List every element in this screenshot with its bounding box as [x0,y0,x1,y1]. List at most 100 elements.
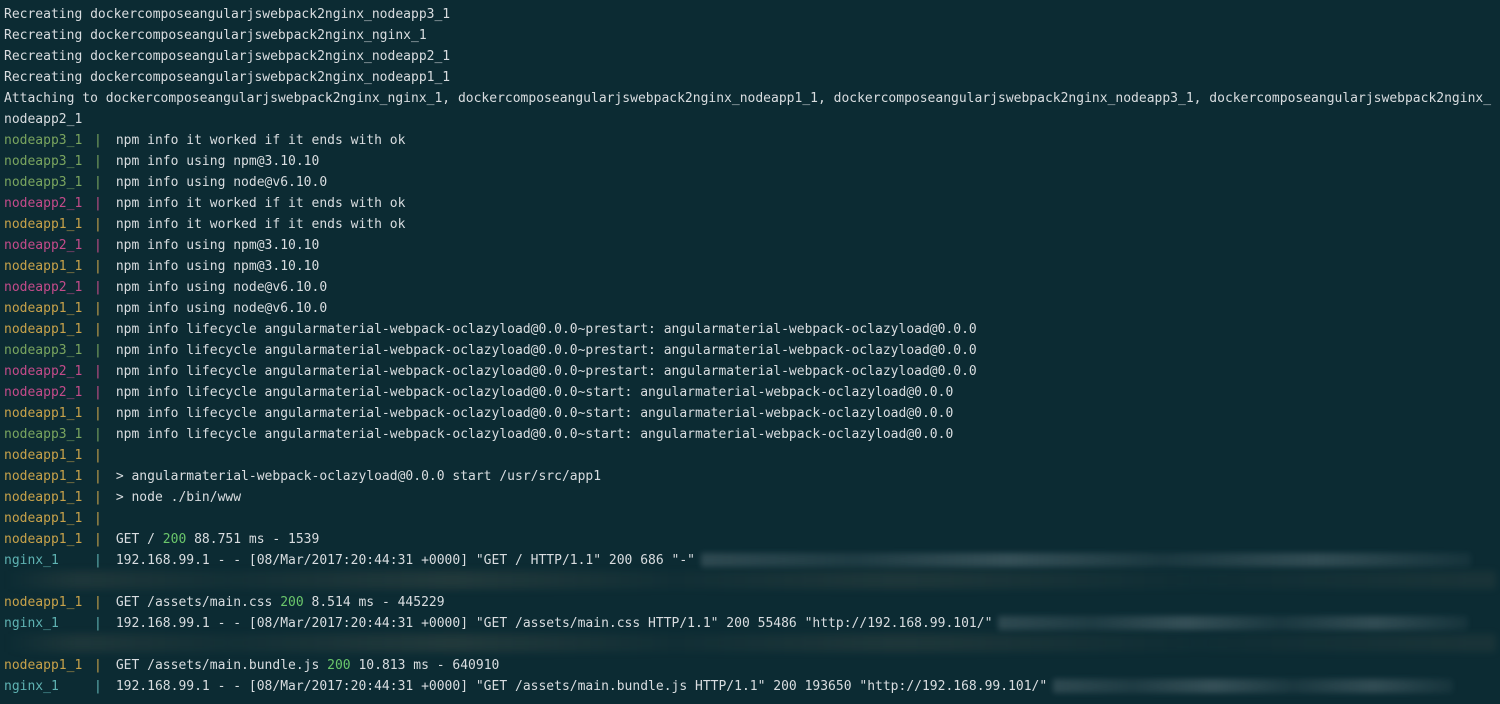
http-request: GET /assets/main.bundle.js [116,658,327,673]
log-line: nodeapp1_1| [4,508,1496,529]
log-line: Attaching to dockercomposeangularjswebpa… [4,88,1496,109]
terminal-output[interactable]: Recreating dockercomposeangularjswebpack… [0,0,1500,697]
log-line: nodeapp2_1 [4,109,1496,130]
log-line: nodeapp3_1| npm info using npm@3.10.10 [4,151,1496,172]
http-timing: 88.751 ms - 1539 [186,532,319,547]
http-status: 200 [280,595,303,610]
blur-overlay [4,634,1496,652]
header-text: Attaching to dockercomposeangularjswebpa… [4,91,1491,106]
log-message: npm info using npm@3.10.10 [116,259,320,274]
redacted-user-agent [1053,679,1453,693]
log-message: npm info lifecycle angularmaterial-webpa… [116,427,953,442]
log-separator: | [94,319,108,340]
log-message: npm info it worked if it ends with ok [116,133,406,148]
log-message: npm info using node@v6.10.0 [116,175,327,190]
redacted-line [4,571,1496,592]
log-source: nodeapp1_1 [4,592,94,613]
log-separator: | [94,508,108,529]
log-line: nodeapp2_1| npm info lifecycle angularma… [4,361,1496,382]
log-line: nodeapp3_1| npm info using node@v6.10.0 [4,172,1496,193]
log-separator: | [94,613,108,634]
log-message: npm info it worked if it ends with ok [116,196,406,211]
log-line: nodeapp1_1| [4,445,1496,466]
log-source: nginx_1 [4,613,94,634]
log-message: npm info lifecycle angularmaterial-webpa… [116,322,977,337]
log-separator: | [94,172,108,193]
header-text: nodeapp2_1 [4,112,82,127]
log-message: npm info using npm@3.10.10 [116,154,320,169]
log-separator: | [94,466,108,487]
log-line: Recreating dockercomposeangularjswebpack… [4,46,1496,67]
log-line: nodeapp1_1| npm info using node@v6.10.0 [4,298,1496,319]
redacted-user-agent [701,553,1471,567]
log-separator: | [94,592,108,613]
log-separator: | [94,676,108,697]
log-line: nodeapp1_1| GET /assets/main.bundle.js 2… [4,655,1496,676]
log-source: nodeapp2_1 [4,361,94,382]
log-source: nodeapp3_1 [4,151,94,172]
log-separator: | [94,424,108,445]
log-source: nodeapp2_1 [4,193,94,214]
http-status: 200 [163,532,186,547]
log-source: nodeapp1_1 [4,655,94,676]
log-source: nodeapp1_1 [4,466,94,487]
header-text: Recreating dockercomposeangularjswebpack… [4,70,450,85]
log-separator: | [94,151,108,172]
http-timing: 8.514 ms - 445229 [304,595,445,610]
header-text: Recreating dockercomposeangularjswebpack… [4,49,450,64]
log-separator: | [94,403,108,424]
log-separator: | [94,550,108,571]
log-source: nodeapp1_1 [4,445,94,466]
log-source: nodeapp1_1 [4,214,94,235]
log-line: nginx_1| 192.168.99.1 - - [08/Mar/2017:2… [4,550,1496,571]
log-line: nodeapp1_1| npm info lifecycle angularma… [4,319,1496,340]
log-line: nodeapp1_1| npm info using npm@3.10.10 [4,256,1496,277]
log-line: nodeapp1_1| > angularmaterial-webpack-oc… [4,466,1496,487]
log-separator: | [94,256,108,277]
redacted-line [4,634,1496,655]
blur-overlay [4,571,1496,589]
log-message: npm info lifecycle angularmaterial-webpa… [116,343,977,358]
log-message: > angularmaterial-webpack-oclazyload@0.0… [116,469,601,484]
log-line: nodeapp2_1| npm info it worked if it end… [4,193,1496,214]
log-source: nginx_1 [4,676,94,697]
log-separator: | [94,298,108,319]
log-source: nodeapp1_1 [4,298,94,319]
log-line: Recreating dockercomposeangularjswebpack… [4,25,1496,46]
log-separator: | [94,277,108,298]
log-source: nodeapp1_1 [4,508,94,529]
log-message: npm info lifecycle angularmaterial-webpa… [116,364,977,379]
log-source: nodeapp2_1 [4,235,94,256]
nginx-access-log: 192.168.99.1 - - [08/Mar/2017:20:44:31 +… [116,679,1047,694]
header-text: Recreating dockercomposeangularjswebpack… [4,28,427,43]
header-text: Recreating dockercomposeangularjswebpack… [4,7,450,22]
log-separator: | [94,361,108,382]
log-source: nodeapp1_1 [4,319,94,340]
log-source: nodeapp3_1 [4,130,94,151]
log-line: nodeapp1_1| GET /assets/main.css 200 8.5… [4,592,1496,613]
log-source: nodeapp3_1 [4,340,94,361]
log-message: npm info lifecycle angularmaterial-webpa… [116,406,953,421]
nginx-access-log: 192.168.99.1 - - [08/Mar/2017:20:44:31 +… [116,616,993,631]
log-line: Recreating dockercomposeangularjswebpack… [4,4,1496,25]
log-separator: | [94,655,108,676]
log-message: > node ./bin/www [116,490,241,505]
log-source: nodeapp1_1 [4,487,94,508]
log-source: nodeapp1_1 [4,529,94,550]
http-status: 200 [327,658,350,673]
log-separator: | [94,487,108,508]
log-message: npm info it worked if it ends with ok [116,217,406,232]
log-line: nginx_1| 192.168.99.1 - - [08/Mar/2017:2… [4,613,1496,634]
log-source: nodeapp3_1 [4,172,94,193]
log-line: nodeapp1_1| npm info lifecycle angularma… [4,403,1496,424]
log-line: Recreating dockercomposeangularjswebpack… [4,67,1496,88]
log-line: nodeapp3_1| npm info it worked if it end… [4,130,1496,151]
log-line: nodeapp1_1| > node ./bin/www [4,487,1496,508]
log-message: npm info using npm@3.10.10 [116,238,320,253]
log-line: nodeapp3_1| npm info lifecycle angularma… [4,424,1496,445]
log-separator: | [94,193,108,214]
log-separator: | [94,214,108,235]
log-source: nodeapp1_1 [4,256,94,277]
log-separator: | [94,382,108,403]
nginx-access-log: 192.168.99.1 - - [08/Mar/2017:20:44:31 +… [116,553,695,568]
